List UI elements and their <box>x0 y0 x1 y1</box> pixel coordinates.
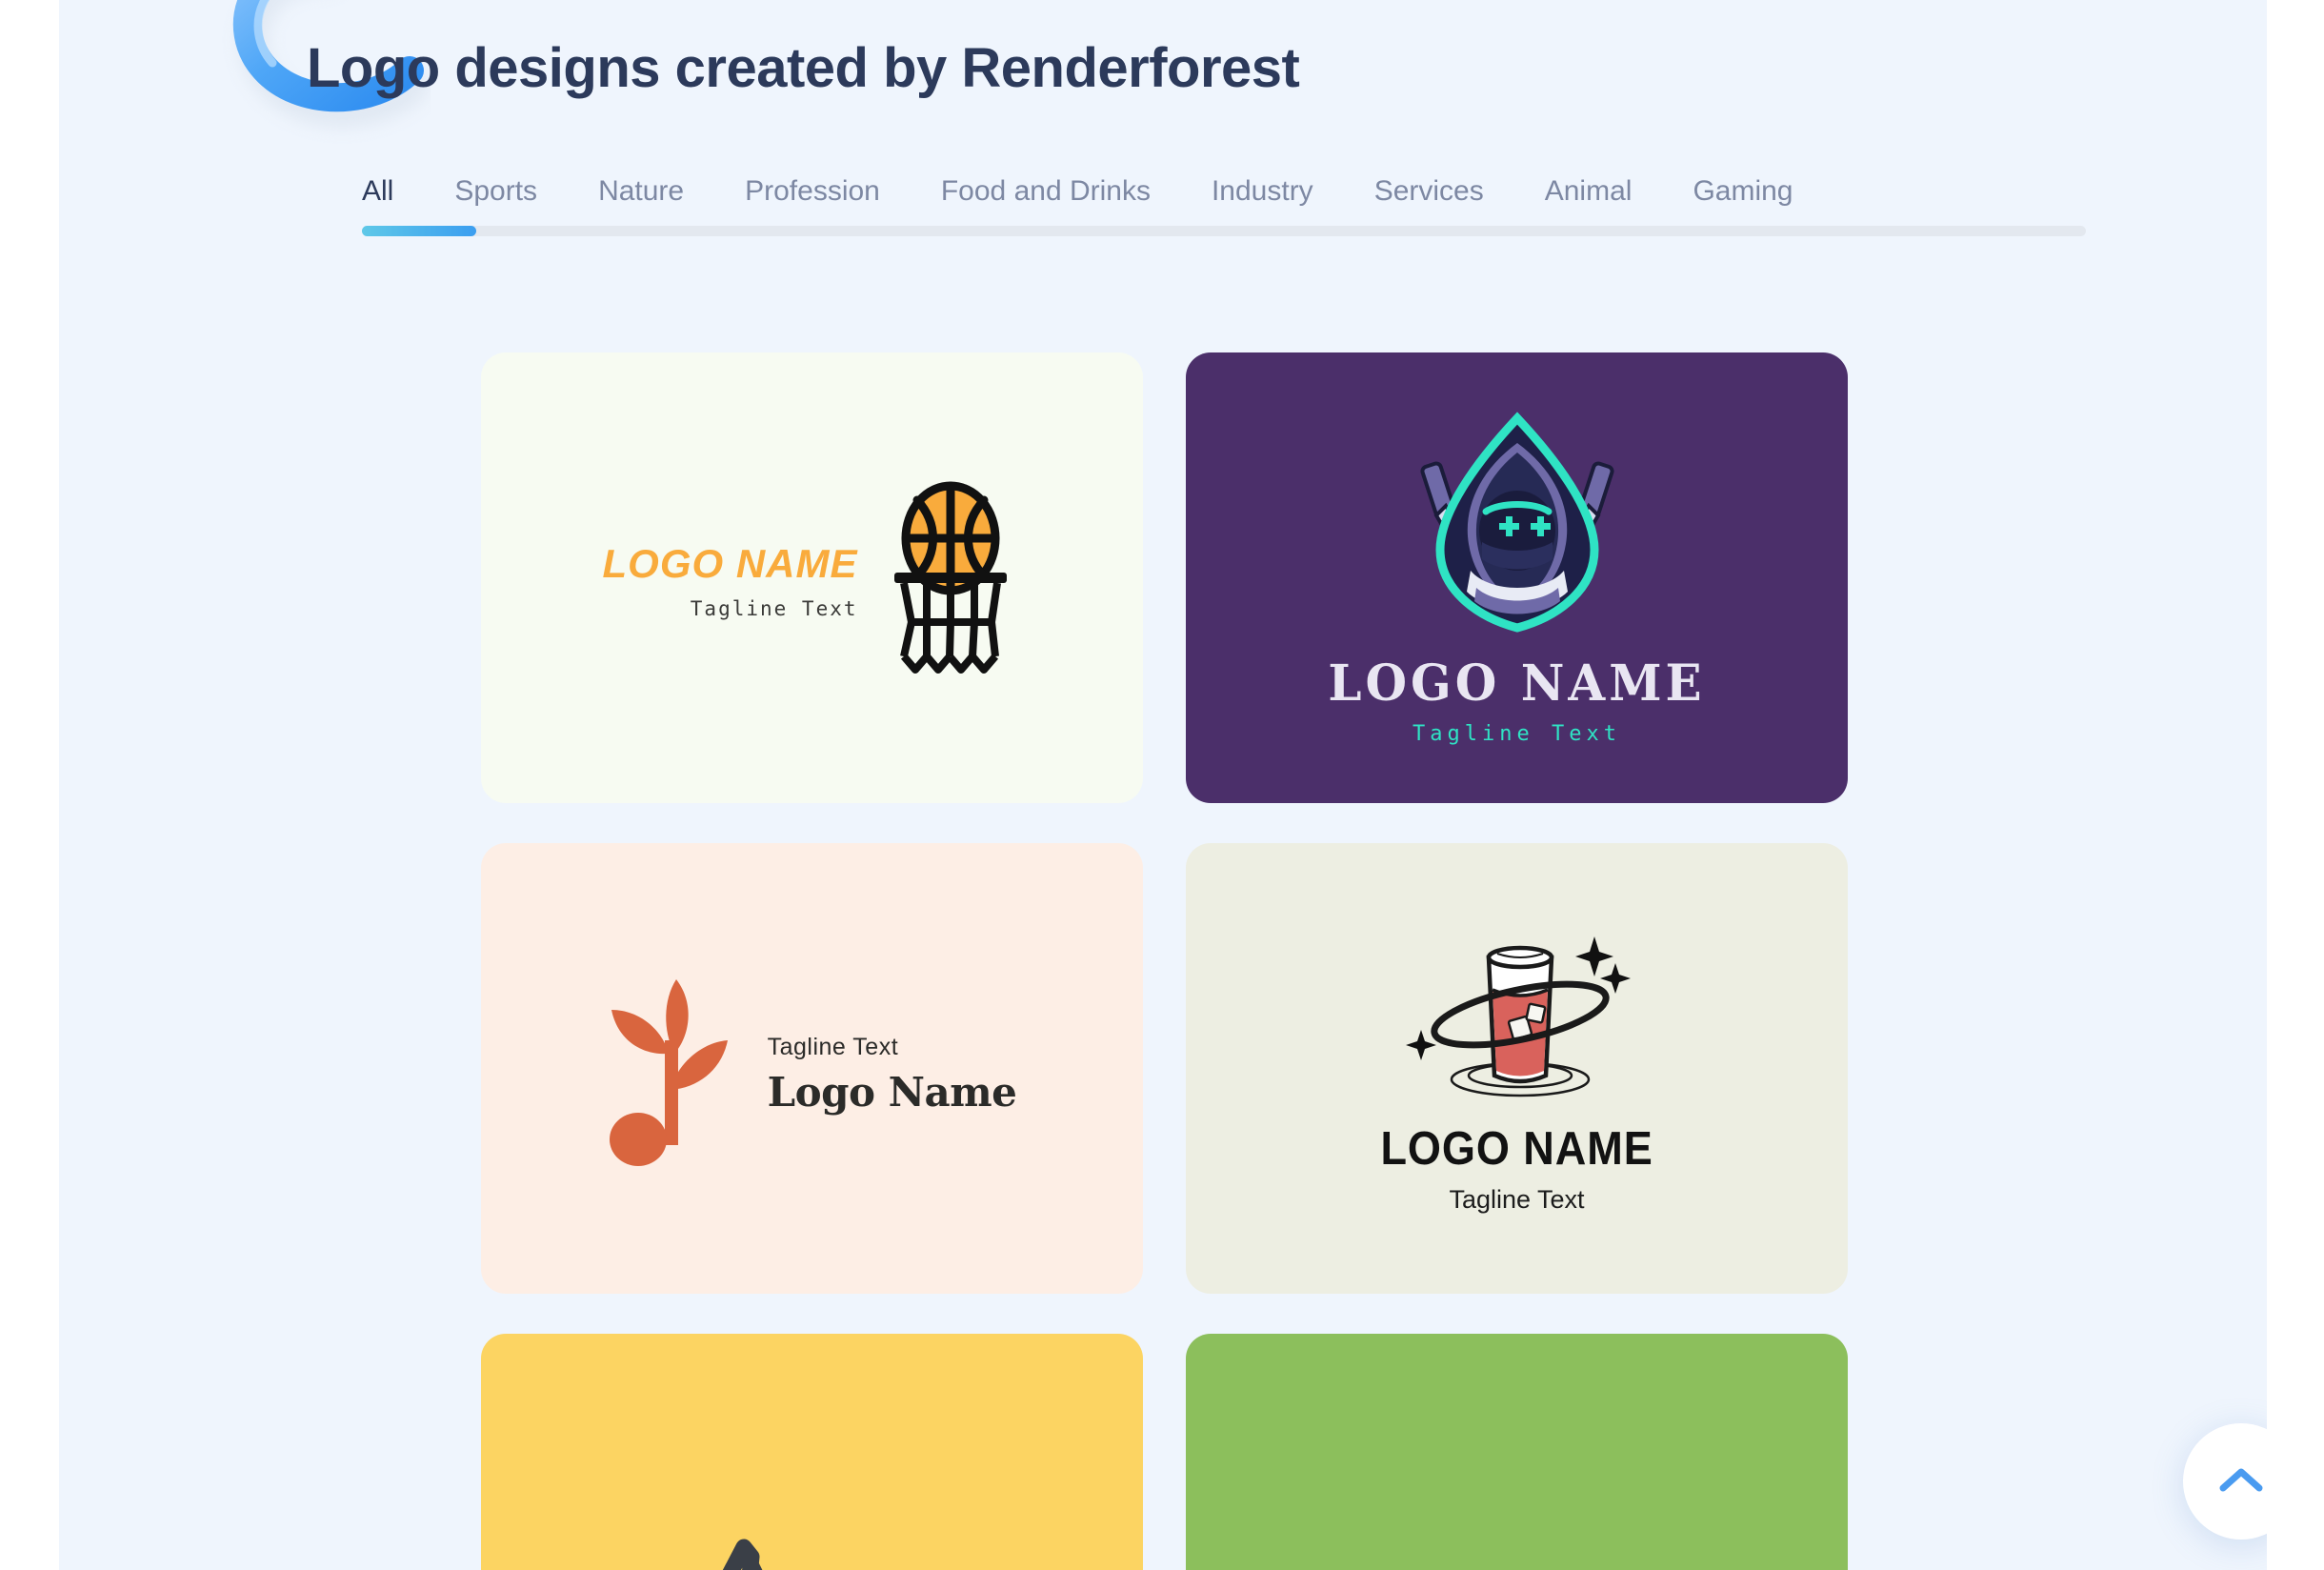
crane-logo-card[interactable] <box>481 1334 1143 1570</box>
category-tabs: All Sports Nature Profession Food and Dr… <box>362 160 2086 236</box>
music-note-leaf-icon <box>608 972 733 1177</box>
tab-profession[interactable]: Profession <box>714 177 911 206</box>
tabs-scrollbar-thumb[interactable] <box>362 226 476 236</box>
tab-animal[interactable]: Animal <box>1514 177 1663 206</box>
dragon-logo-card[interactable]: LOGO NAME Tagline Text <box>1186 1334 1848 1570</box>
tab-all[interactable]: All <box>362 177 424 206</box>
basketball-logo-card[interactable]: LOGO NAME Tagline Text <box>481 352 1143 803</box>
tabs-scrollbar-track[interactable] <box>362 226 2086 236</box>
chevron-up-icon <box>2218 1465 2264 1499</box>
tab-services[interactable]: Services <box>1344 177 1514 206</box>
tab-list: All Sports Nature Profession Food and Dr… <box>362 160 2086 206</box>
logo-name: LOGO NAME <box>1380 1122 1653 1175</box>
construction-crane-icon <box>689 1528 936 1570</box>
logo-tagline: Tagline Text <box>1412 721 1621 746</box>
logo-name: LOGO NAME <box>602 540 858 586</box>
logo-name: Logo Name <box>767 1068 1017 1116</box>
logo-tagline: Tagline Text <box>1449 1184 1585 1214</box>
tab-food-and-drinks[interactable]: Food and Drinks <box>911 177 1181 206</box>
tab-industry[interactable]: Industry <box>1181 177 1344 206</box>
page-root: Logo designs created by Renderforest All… <box>59 0 2267 1570</box>
cocktail-logo-card[interactable]: LOGO NAME Tagline Text <box>1186 843 1848 1294</box>
page-title: Logo designs created by Renderforest <box>307 37 1300 99</box>
music-leaf-logo-card[interactable]: Tagline Text Logo Name <box>481 843 1143 1294</box>
tab-gaming[interactable]: Gaming <box>1662 177 1823 206</box>
ninja-mascot-icon <box>1408 411 1627 639</box>
logo-name: LOGO NAME <box>1328 653 1706 712</box>
basketball-hoop-icon <box>879 479 1022 684</box>
logo-tagline: Tagline Text <box>767 1033 899 1060</box>
tab-sports[interactable]: Sports <box>424 177 568 206</box>
tab-nature[interactable]: Nature <box>568 177 714 206</box>
cocktail-glass-icon <box>1398 923 1636 1109</box>
ninja-gaming-logo-card[interactable]: LOGO NAME Tagline Text <box>1186 352 1848 803</box>
logo-gallery-grid: LOGO NAME Tagline Text LOGO NAME Tagline… <box>481 352 1848 1570</box>
logo-tagline: Tagline Text <box>690 596 858 620</box>
scroll-to-top-button[interactable] <box>2183 1423 2267 1540</box>
